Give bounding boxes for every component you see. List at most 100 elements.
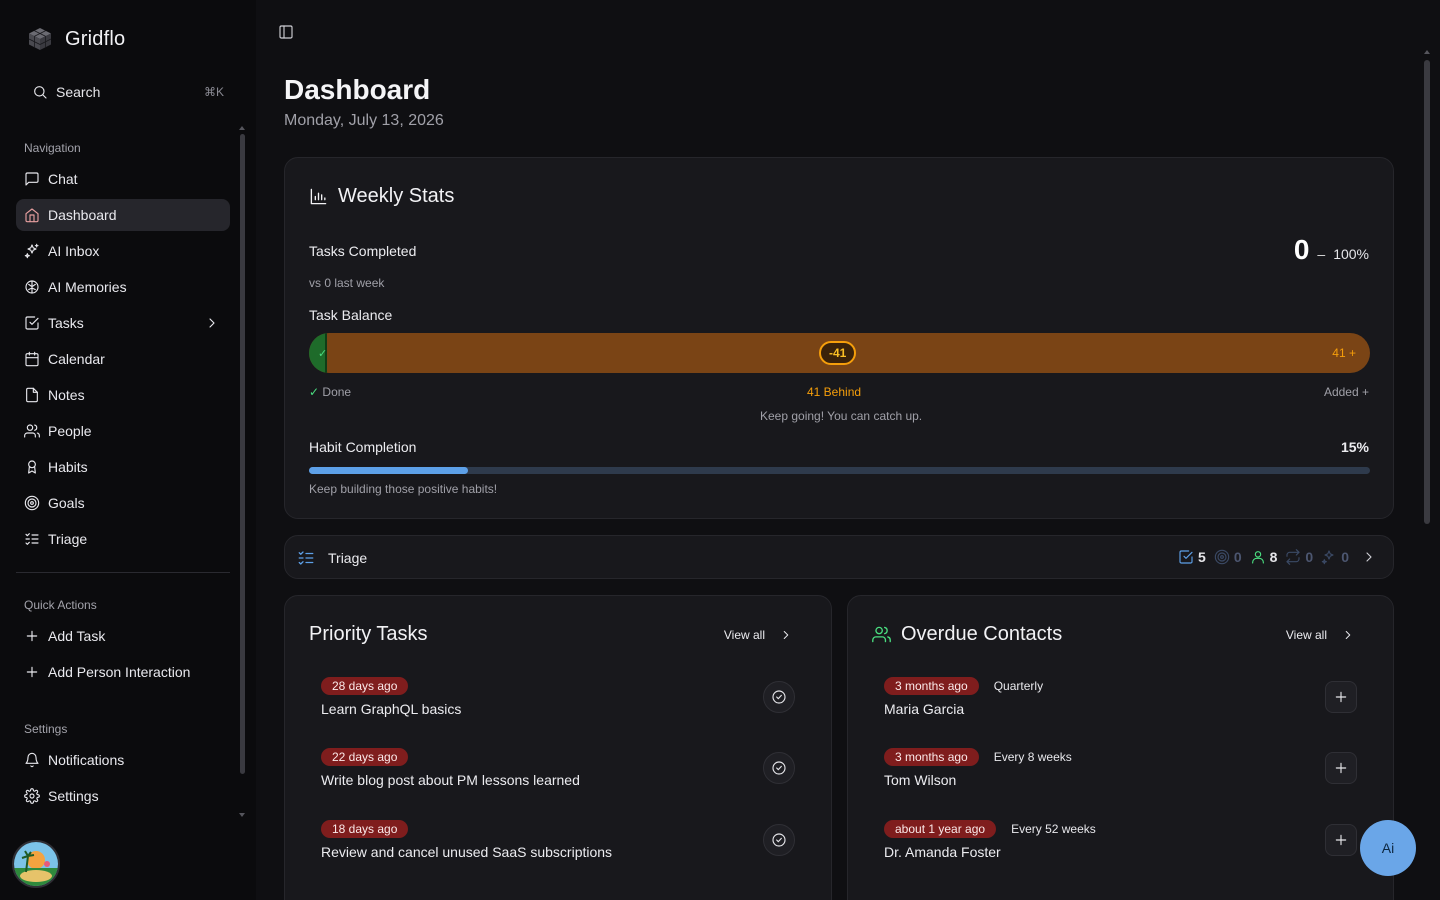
app-name: Gridflo: [65, 27, 126, 50]
list-item[interactable]: 22 days ago Write blog post about PM les…: [321, 748, 795, 796]
sidebar-item-people[interactable]: People: [16, 415, 230, 447]
check-icon: ✓: [309, 385, 320, 399]
sidebar-scrollbar[interactable]: [240, 134, 245, 774]
sidebar-item-label: Goals: [48, 495, 85, 511]
triage-stat-ai: 0: [1321, 549, 1349, 565]
tasks-completed-percent: 100%: [1333, 246, 1369, 262]
sidebar-scroll-up-arrow[interactable]: [239, 126, 245, 130]
task-title: Write blog post about PM lessons learned: [321, 772, 580, 788]
complete-task-button[interactable]: [763, 681, 795, 713]
task-balance-bar: ✓ -41 41 +: [309, 333, 1370, 373]
task-balance-label: Task Balance: [309, 307, 393, 323]
priority-tasks-title: Priority Tasks: [309, 623, 428, 645]
sidebar-item-label: People: [48, 423, 92, 439]
list-item[interactable]: about 1 year ago Every 52 weeks Dr. Amand…: [884, 820, 1357, 868]
sidebar-toggle-icon[interactable]: [278, 24, 294, 40]
sidebar-item-notifications[interactable]: Notifications: [16, 744, 230, 776]
main-scroll-up-arrow[interactable]: [1424, 50, 1430, 54]
chevron-right-icon[interactable]: [204, 315, 220, 331]
search-button[interactable]: Search ⌘K: [24, 78, 232, 106]
avatar[interactable]: [12, 840, 60, 888]
gear-icon: [24, 788, 40, 804]
habit-progress-fill: [309, 467, 469, 474]
sidebar-item-tasks[interactable]: Tasks: [16, 307, 230, 339]
legend-behind: 41 Behind: [807, 385, 862, 399]
habit-progress-track: [309, 467, 1370, 474]
task-balance-added: 41 +: [1332, 346, 1356, 360]
list-item[interactable]: 3 months ago Quarterly Maria Garcia: [884, 677, 1357, 725]
triage-stat-value: 0: [1341, 549, 1349, 565]
contact-name: Maria Garcia: [884, 701, 965, 717]
complete-task-button[interactable]: [763, 824, 795, 856]
gridflo-logo-icon: [28, 28, 52, 50]
ai-assistant-button[interactable]: Ai: [1360, 820, 1416, 876]
priority-tasks-header: Priority Tasks: [309, 623, 428, 646]
view-all-label: View all: [723, 628, 765, 642]
sidebar-item-chat[interactable]: Chat: [16, 163, 230, 195]
list-item[interactable]: 3 months ago Every 8 weeks Tom Wilson: [884, 748, 1357, 796]
add-interaction-button[interactable]: [1325, 752, 1357, 784]
chevron-right-icon: [1345, 631, 1351, 639]
list-item[interactable]: 28 days ago Learn GraphQL basics: [321, 677, 795, 725]
sidebar-item-label: Dashboard: [48, 207, 117, 223]
triage-stat-tasks: 5: [1178, 549, 1206, 565]
overdue-badge: 18 days ago: [321, 820, 409, 838]
priority-tasks-card: Priority Tasks View all 28 days ago Lear…: [284, 595, 832, 900]
frequency-badge: Quarterly: [993, 679, 1044, 693]
legend-done-label: Done: [322, 385, 352, 399]
sidebar-item-habits[interactable]: Habits: [16, 451, 230, 483]
vs-last-week: vs 0 last week: [309, 276, 385, 290]
sidebar-item-goals[interactable]: Goals: [16, 487, 230, 519]
plus-icon: [26, 666, 38, 678]
quick-actions-title: Quick Actions: [24, 598, 97, 612]
add-task-button[interactable]: Add Task: [16, 620, 230, 652]
repeat-icon: [1286, 549, 1300, 565]
bar-chart-icon: [310, 188, 327, 205]
triage-stat-people: 8: [1250, 549, 1277, 565]
contact-name: Tom Wilson: [884, 772, 957, 788]
legend-done: ✓ Done: [309, 385, 351, 399]
list-item[interactable]: 18 days ago Review and cancel unused Saa…: [321, 820, 795, 868]
settings-section-title: Settings: [24, 722, 68, 736]
quick-action-label: Add Person Interaction: [48, 664, 191, 680]
last-contact-badge: 3 months ago: [884, 677, 979, 695]
add-interaction-button[interactable]: [1325, 681, 1357, 713]
sidebar-scroll-down-arrow[interactable]: [239, 813, 245, 817]
plus-icon: [26, 630, 38, 642]
avatar-image: [14, 842, 58, 886]
add-person-interaction-button[interactable]: Add Person Interaction: [16, 656, 230, 688]
sidebar-item-notes[interactable]: Notes: [16, 379, 230, 411]
sidebar-item-label: Notes: [48, 387, 85, 403]
sidebar-item-dashboard[interactable]: Dashboard: [16, 199, 230, 231]
weekly-stats-header: Weekly Stats: [309, 185, 454, 208]
chevron-right-icon[interactable]: [1361, 549, 1377, 565]
triage-card[interactable]: Triage 5 0 8 0 0: [284, 535, 1394, 579]
sidebar-item-label: Triage: [48, 531, 88, 547]
check-icon: ✓: [318, 348, 328, 360]
sidebar-item-calendar[interactable]: Calendar: [16, 343, 230, 375]
sidebar-item-ai-memories[interactable]: AI Memories: [16, 271, 230, 303]
search-icon: [34, 86, 47, 99]
contact-name: Dr. Amanda Foster: [884, 844, 1001, 860]
message-square-icon: [25, 172, 39, 186]
plus-icon: [1335, 834, 1347, 846]
page-date: Monday, July 13, 2026: [284, 112, 444, 129]
triage-stat-value: 0: [1305, 549, 1314, 565]
overdue-contacts-view-all[interactable]: View all: [1286, 628, 1355, 642]
target-icon: [24, 495, 40, 511]
sidebar-item-label: Settings: [48, 788, 99, 804]
sidebar-item-ai-inbox[interactable]: AI Inbox: [16, 235, 230, 267]
sidebar-item-settings[interactable]: Settings: [16, 780, 230, 812]
sidebar-item-label: Calendar: [48, 351, 105, 367]
sidebar-item-triage[interactable]: Triage: [16, 523, 230, 555]
sidebar-item-label: Tasks: [48, 315, 84, 331]
complete-task-button[interactable]: [763, 752, 795, 784]
calendar-icon: [25, 351, 39, 367]
main-scrollbar[interactable]: [1424, 60, 1430, 524]
sidebar-item-label: Habits: [48, 459, 88, 475]
check-circle-icon: [772, 690, 786, 704]
priority-tasks-view-all[interactable]: View all: [724, 628, 793, 642]
file-icon: [26, 387, 38, 403]
app-logo[interactable]: Gridflo: [27, 26, 125, 52]
add-interaction-button[interactable]: [1325, 824, 1357, 856]
